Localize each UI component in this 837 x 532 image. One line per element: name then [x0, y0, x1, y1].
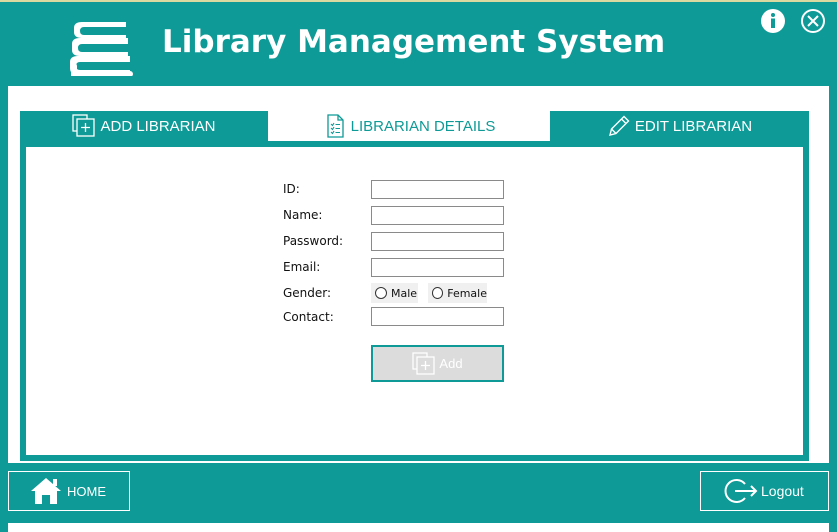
- email-field[interactable]: [371, 258, 504, 277]
- radio-circle-icon: [375, 287, 387, 299]
- password-label: Password:: [283, 234, 344, 248]
- checklist-icon: [326, 114, 344, 138]
- gender-female-radio[interactable]: Female: [428, 283, 487, 303]
- home-button-label: HOME: [67, 483, 106, 499]
- email-label: Email:: [283, 260, 321, 274]
- password-field[interactable]: [371, 232, 504, 251]
- close-icon[interactable]: [800, 8, 826, 34]
- tab-librarian-details-label: LIBRARIAN DETAILS: [350, 117, 496, 135]
- gender-female-label: Female: [447, 286, 487, 300]
- gender-male-label: Male: [391, 286, 418, 300]
- add-document-icon: [412, 351, 436, 375]
- tab-bar: ADD LIBRARIAN LIBRARIAN DETAILS EDIT LIB…: [20, 111, 809, 141]
- add-button-label: Add: [439, 356, 463, 371]
- name-label: Name:: [283, 208, 323, 222]
- books-logo-icon: [70, 22, 133, 76]
- home-icon: [31, 478, 61, 504]
- logout-button-label: Logout: [761, 483, 804, 499]
- bottom-strip: [8, 523, 829, 532]
- home-button[interactable]: HOME: [8, 471, 130, 511]
- id-field[interactable]: [371, 180, 504, 199]
- add-button[interactable]: Add: [371, 345, 504, 382]
- tab-edit-librarian-label: EDIT LIBRARIAN: [634, 117, 753, 135]
- app-title: Library Management System: [162, 24, 666, 60]
- logout-icon: [724, 479, 758, 503]
- gender-label: Gender:: [283, 286, 332, 300]
- id-label: ID:: [283, 182, 300, 196]
- contact-label: Contact:: [283, 310, 334, 324]
- tab-add-librarian[interactable]: ADD LIBRARIAN: [20, 111, 268, 141]
- add-document-icon: [72, 114, 96, 137]
- tab-edit-librarian[interactable]: EDIT LIBRARIAN: [550, 111, 809, 141]
- pencil-icon: [608, 115, 630, 136]
- gender-male-radio[interactable]: Male: [371, 283, 418, 303]
- window-top-border: [0, 0, 837, 2]
- logout-button[interactable]: Logout: [700, 471, 829, 511]
- tab-add-librarian-label: ADD LIBRARIAN: [100, 117, 216, 135]
- radio-circle-icon: [432, 287, 444, 299]
- tab-librarian-details[interactable]: LIBRARIAN DETAILS: [279, 111, 539, 141]
- name-field[interactable]: [371, 206, 504, 225]
- contact-field[interactable]: [371, 307, 504, 326]
- info-icon[interactable]: [760, 8, 786, 34]
